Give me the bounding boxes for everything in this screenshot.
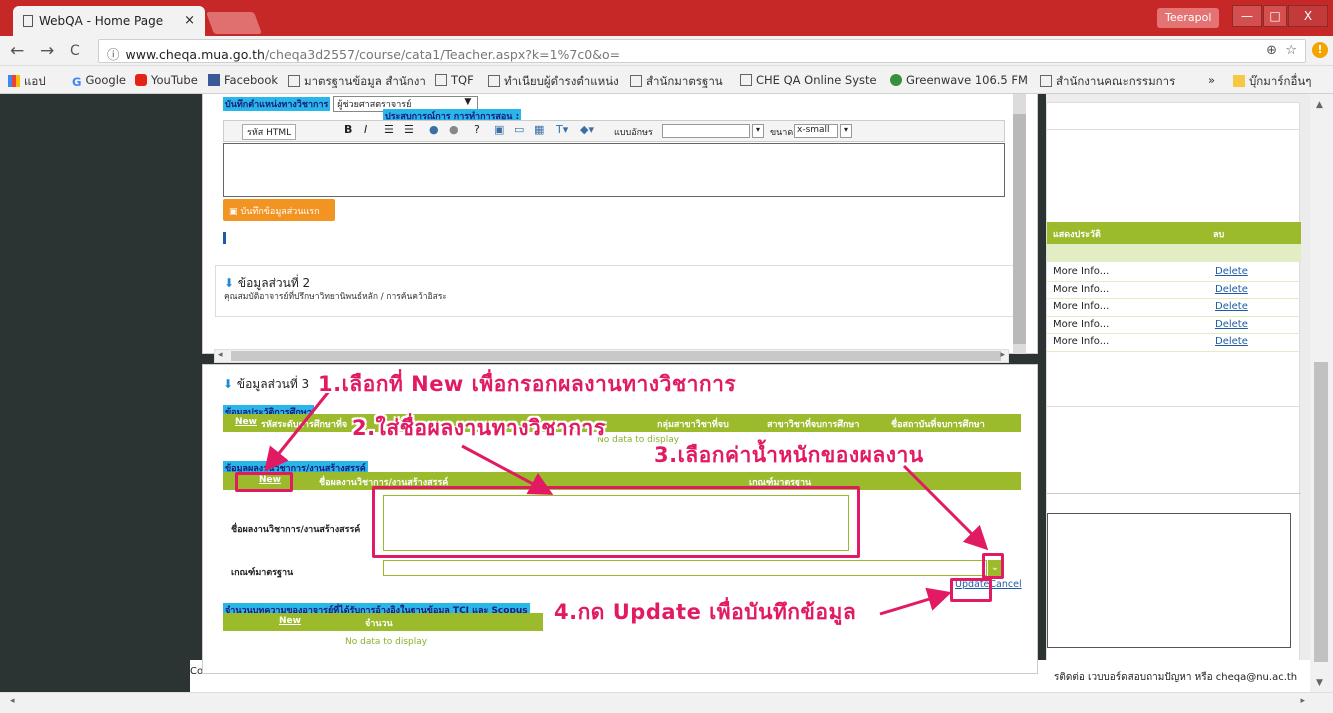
- page-icon: [630, 75, 642, 87]
- url-path: /cheqa3d2557/course/cata1/Teacher.aspx?k…: [264, 47, 621, 62]
- page-icon: [288, 75, 300, 87]
- page-horizontal-scrollbar[interactable]: ◂ ▸: [0, 692, 1333, 713]
- new-tab-button[interactable]: [205, 12, 263, 34]
- bookmarks-more-icon[interactable]: »: [1208, 73, 1215, 87]
- annotation-step3: 3.เลือกค่าน้ำหนักของผลงาน: [654, 443, 924, 467]
- page-icon: [1040, 75, 1052, 87]
- page-vertical-scrollbar[interactable]: ▲ ▼: [1310, 94, 1333, 692]
- arrow-step3: [902, 464, 989, 551]
- google-icon: G: [72, 75, 82, 89]
- site-info-icon[interactable]: ⓘ: [107, 47, 120, 62]
- bookmark-committee[interactable]: สำนักงานคณะกรรมการ: [1040, 73, 1175, 91]
- address-bar-row: ← → C ⓘ www.cheqa.mua.go.th/cheqa3d2557/c…: [0, 36, 1333, 66]
- bookmark-youtube[interactable]: YouTube: [135, 73, 198, 87]
- browser-tab-bar: WebQA - Home Page × Teerapol — □ X: [0, 0, 1333, 36]
- bookmark-tqf[interactable]: TQF: [435, 73, 474, 87]
- youtube-icon: [135, 74, 147, 86]
- facebook-icon: [208, 74, 220, 86]
- forward-icon[interactable]: →: [40, 41, 54, 61]
- arrow-step4: [879, 587, 952, 616]
- bookmark-thamniap[interactable]: ทำเนียบผู้ดำรงตำแหน่ง: [488, 73, 619, 91]
- browser-tab[interactable]: WebQA - Home Page ×: [13, 6, 205, 36]
- tab-title: WebQA - Home Page: [39, 14, 164, 28]
- bookmark-apps[interactable]: แอป: [8, 73, 46, 91]
- zoom-icon[interactable]: ⊕ ☆: [1266, 43, 1297, 58]
- arrow-step2: [461, 444, 554, 495]
- url-field[interactable]: ⓘ www.cheqa.mua.go.th/cheqa3d2557/course/…: [98, 39, 1306, 63]
- bookmark-greenwave[interactable]: Greenwave 106.5 FM: [890, 73, 1028, 87]
- radio-icon: [890, 74, 902, 86]
- reload-icon[interactable]: C: [70, 43, 80, 59]
- bookmark-facebook[interactable]: Facebook: [208, 73, 278, 87]
- bookmark-star-icon[interactable]: ☆: [1285, 43, 1297, 58]
- annotation-step4: 4.กด Update เพื่อบันทึกข้อมูล: [554, 600, 857, 624]
- bookmark-cheqa[interactable]: CHE QA Online Syste: [740, 73, 877, 87]
- annotation-step2: 2.ใส่ชื่อผลงานทางวิชาการ: [352, 416, 606, 440]
- back-icon[interactable]: ←: [10, 41, 24, 61]
- page-icon: [740, 74, 752, 86]
- bookmark-samnak[interactable]: สำนักมาตรฐาน: [630, 73, 723, 91]
- update-alert-icon[interactable]: !: [1312, 42, 1328, 58]
- bookmark-google[interactable]: G Google: [72, 73, 126, 89]
- profile-badge[interactable]: Teerapol: [1157, 8, 1220, 28]
- folder-icon: [1233, 75, 1245, 87]
- annotation-step1: 1.เลือกที่ New เพื่อกรอกผลงานทางวิชาการ: [318, 372, 737, 396]
- window-close-button[interactable]: X: [1288, 5, 1328, 27]
- bookmark-mattrathan[interactable]: มาตรฐานข้อมูล สำนักงา: [288, 73, 426, 91]
- page-icon: [435, 74, 447, 86]
- minimize-button[interactable]: —: [1232, 5, 1262, 27]
- bookmark-others[interactable]: บุ๊กมาร์กอื่นๆ: [1233, 73, 1311, 91]
- page-icon: [488, 75, 500, 87]
- arrow-step1: [264, 389, 332, 472]
- page-viewport: แสดงประวัติ ลบ More Info... Delete More I…: [0, 94, 1333, 692]
- maximize-button[interactable]: □: [1263, 5, 1287, 27]
- page-icon: [23, 15, 33, 27]
- apps-grid-icon: [8, 75, 20, 87]
- bookmarks-bar: แอป G Google YouTube Facebook มาตรฐานข้อม…: [0, 66, 1333, 94]
- tab-close-icon[interactable]: ×: [184, 13, 195, 28]
- url-host: www.cheqa.mua.go.th: [125, 47, 265, 62]
